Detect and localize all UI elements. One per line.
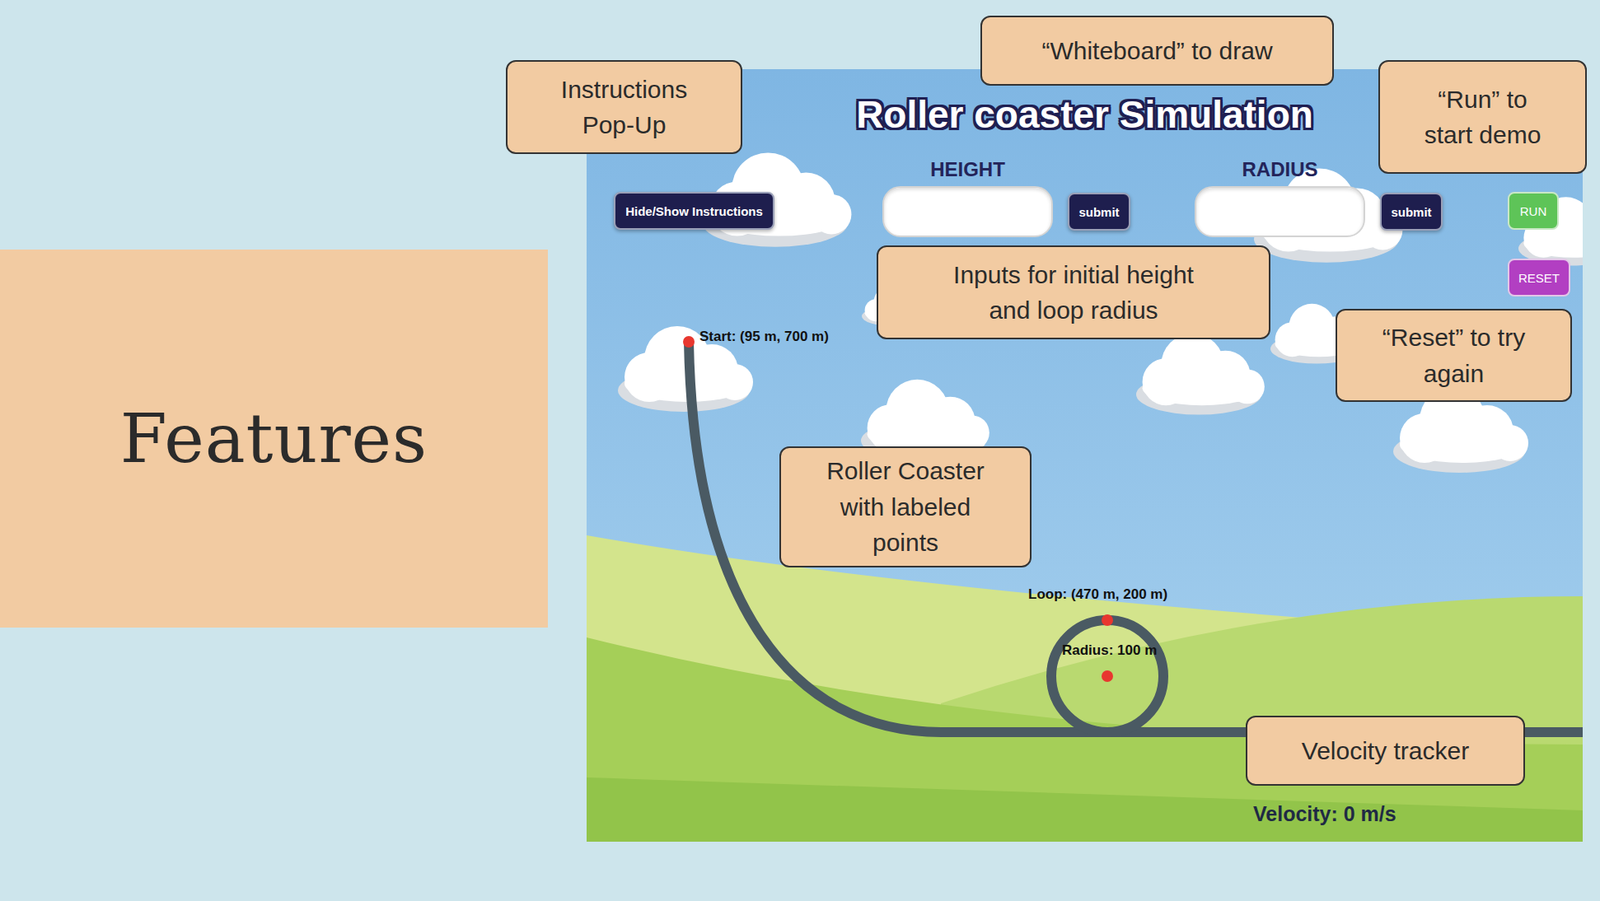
callout-line: start demo bbox=[1424, 116, 1542, 154]
callout: Roller Coasterwith labeledpoints bbox=[779, 446, 1032, 568]
cloud bbox=[1136, 333, 1265, 416]
features-box: Features bbox=[0, 249, 548, 628]
input-label: RADIUS bbox=[1194, 158, 1366, 182]
text-input[interactable] bbox=[882, 186, 1053, 238]
instructions-button[interactable]: Hide/Show Instructions bbox=[613, 191, 775, 230]
input-label: HEIGHT bbox=[882, 158, 1053, 182]
text-input[interactable] bbox=[1194, 186, 1366, 238]
start-point bbox=[683, 336, 695, 348]
submit-button[interactable]: submit bbox=[1380, 192, 1443, 231]
callout-line: points bbox=[872, 524, 939, 562]
callout: Inputs for initial heightand loop radius bbox=[876, 245, 1271, 340]
callout: “Reset” to tryagain bbox=[1335, 308, 1572, 403]
submit-button[interactable]: submit bbox=[1067, 192, 1131, 231]
loop-label: Loop: (470 m, 200 m) bbox=[1028, 586, 1168, 603]
callout-line: Velocity tracker bbox=[1301, 733, 1470, 770]
callout-line: “Whiteboard” to draw bbox=[1041, 32, 1273, 70]
input-row: submit bbox=[1194, 186, 1442, 238]
callout-line: Instructions bbox=[561, 71, 688, 108]
callout: “Whiteboard” to draw bbox=[980, 15, 1334, 86]
callout: InstructionsPop-Up bbox=[505, 60, 743, 155]
loop-top-point bbox=[1101, 614, 1114, 627]
input-group: HEIGHT submit bbox=[882, 158, 1130, 238]
loop-center-point bbox=[1101, 670, 1114, 683]
hill bbox=[586, 777, 1583, 843]
callout-line: Inputs for initial height bbox=[953, 257, 1194, 294]
callout: Velocity tracker bbox=[1245, 715, 1526, 786]
slide-title: Features bbox=[120, 399, 428, 478]
callout-line: with labeled bbox=[840, 489, 971, 526]
callout-line: again bbox=[1423, 355, 1484, 393]
callout-line: “Run” to bbox=[1437, 81, 1527, 118]
callout-line: Roller Coaster bbox=[826, 453, 985, 490]
start-label: Start: (95 m, 700 m) bbox=[699, 328, 829, 345]
velocity-readout: Velocity: 0 m/s bbox=[1253, 802, 1397, 827]
callout: “Run” tostart demo bbox=[1378, 60, 1587, 174]
callout-line: “Reset” to try bbox=[1382, 319, 1526, 356]
sky bbox=[586, 69, 1583, 843]
hill bbox=[586, 637, 1583, 843]
run-button[interactable]: RUN bbox=[1507, 191, 1559, 230]
loop-track bbox=[1051, 620, 1164, 733]
slide: Features Start: (95 m, 700 m) Loop: (470 m… bbox=[0, 0, 1600, 901]
input-row: submit bbox=[882, 186, 1130, 238]
radius-label: Radius: 100 m bbox=[1061, 642, 1157, 659]
reset-button[interactable]: RESET bbox=[1507, 258, 1571, 297]
callout-line: and loop radius bbox=[988, 292, 1158, 329]
callout-line: Pop-Up bbox=[582, 107, 667, 144]
